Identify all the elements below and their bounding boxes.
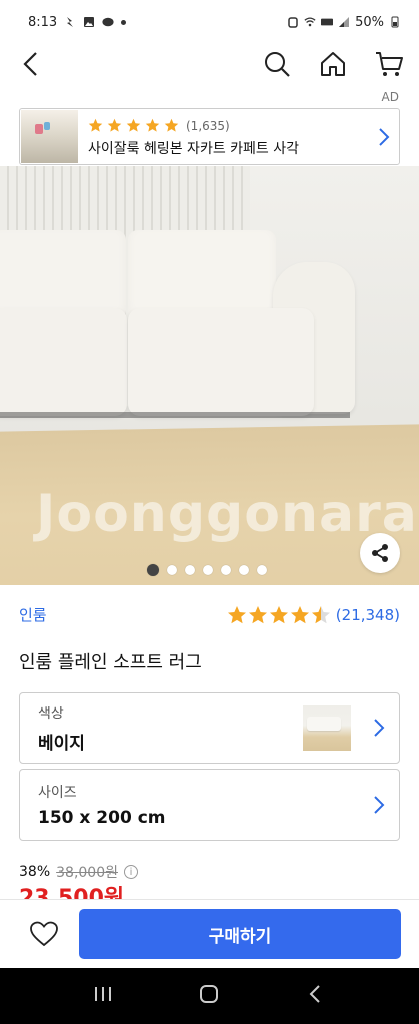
ad-thumbnail [21, 110, 78, 163]
star-icon [145, 118, 160, 132]
wifi-icon [304, 17, 316, 27]
carousel-dot[interactable] [203, 565, 213, 575]
original-price: 38,000원 [56, 865, 118, 881]
star-icon [164, 118, 179, 132]
chevron-right-icon [374, 796, 385, 814]
size-option-selector[interactable]: 사이즈 150 x 200 cm [19, 769, 400, 841]
cart-icon [376, 52, 403, 76]
wishlist-button[interactable] [28, 918, 60, 950]
carousel-dot[interactable] [185, 565, 195, 575]
home-button[interactable] [317, 48, 349, 80]
info-icon[interactable]: i [124, 865, 138, 879]
product-rating[interactable]: (21,348) [227, 605, 400, 625]
product-title: 인룸 플레인 소프트 러그 [19, 652, 202, 673]
color-option-selector[interactable]: 색상 베이지 [19, 692, 400, 764]
size-option-value: 150 x 200 cm [38, 808, 166, 828]
brand-rating-row: 인룸 (21,348) [19, 604, 400, 625]
battery-icon [391, 16, 399, 28]
carousel-dot[interactable] [167, 565, 177, 575]
system-back-button[interactable] [305, 983, 327, 1009]
ad-label: AD [381, 90, 399, 104]
ad-title: 사이잘룩 헤링본 자카트 카페트 사각 [88, 140, 299, 157]
watermark: Joonggonara [36, 484, 418, 544]
star-icon [248, 605, 267, 623]
back-icon [23, 52, 37, 76]
carousel-dot[interactable] [239, 565, 249, 575]
size-option-label: 사이즈 [38, 785, 77, 801]
star-icon [269, 605, 288, 623]
system-back-icon [309, 985, 320, 1003]
heart-icon [30, 921, 58, 947]
share-icon [372, 544, 388, 562]
volte-icon [321, 18, 334, 26]
top-nav [0, 44, 419, 84]
star-icon [290, 605, 309, 623]
android-navigation-bar [0, 968, 419, 1024]
price-row: 38% 38,000원 i [19, 862, 138, 882]
star-icon [126, 118, 141, 132]
share-button[interactable] [360, 533, 400, 573]
gallery-icon [84, 17, 95, 27]
carousel-dot[interactable] [147, 564, 159, 576]
battery-text: 50% [355, 14, 384, 30]
home-icon [321, 52, 345, 76]
carousel-indicator [147, 564, 267, 576]
recent-apps-button[interactable] [92, 984, 114, 1008]
sale-price: 23,500원 [19, 886, 125, 899]
search-button[interactable] [261, 48, 293, 80]
recent-apps-icon [95, 987, 112, 1001]
cart-button[interactable] [373, 48, 405, 80]
system-home-button[interactable] [198, 983, 220, 1009]
carousel-dot[interactable] [257, 565, 267, 575]
status-time: 8:13 [28, 14, 58, 30]
star-icon [107, 118, 122, 132]
color-option-label: 색상 [38, 705, 64, 722]
brand-link[interactable]: 인룸 [19, 604, 47, 625]
notification-icon [67, 17, 74, 27]
ad-rating-count: (1,635) [186, 118, 230, 133]
ad-rating: (1,635) [88, 116, 369, 136]
dot-icon [121, 19, 127, 25]
color-option-thumbnail [303, 705, 351, 751]
ad-banner[interactable]: (1,635) 사이잘룩 헤링본 자카트 카페트 사각 [19, 108, 400, 165]
chevron-right-icon [374, 719, 385, 737]
alarm-icon [288, 17, 298, 28]
search-icon [265, 52, 290, 77]
rating-count[interactable]: (21,348) [336, 606, 400, 624]
buy-button[interactable]: 구매하기 [79, 909, 401, 959]
carousel-dot[interactable] [221, 565, 231, 575]
back-button[interactable] [14, 48, 46, 80]
discount-rate: 38% [19, 864, 51, 880]
signal-icon [339, 17, 350, 27]
star-icon [88, 118, 103, 132]
color-option-value: 베이지 [38, 733, 85, 754]
chevron-right-icon [379, 127, 390, 146]
bottom-action-bar: 구매하기 [0, 899, 419, 968]
system-home-icon [200, 985, 219, 1003]
half-star-icon [311, 605, 330, 623]
status-bar: 8:13 50% [0, 0, 419, 44]
talk-icon [102, 17, 114, 27]
star-icon [227, 605, 246, 623]
product-image-carousel[interactable]: Joonggonara [0, 166, 419, 585]
